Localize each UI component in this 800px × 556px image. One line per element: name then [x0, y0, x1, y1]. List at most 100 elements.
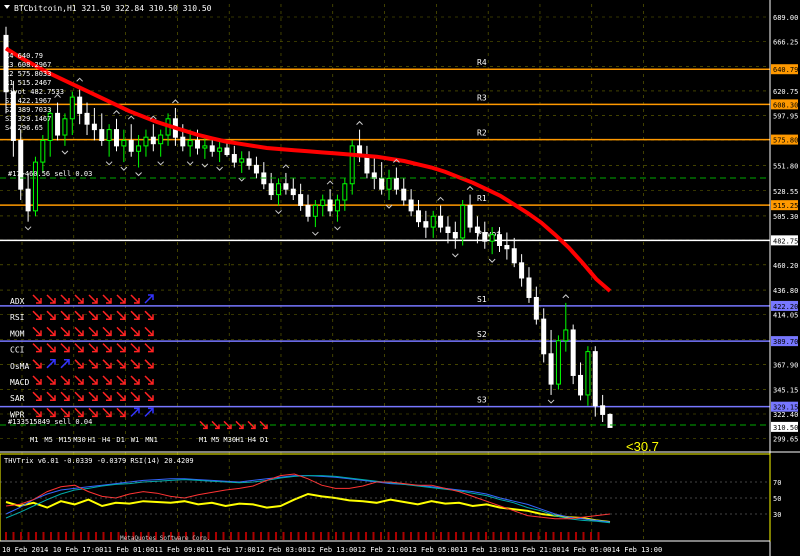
time-tick-label: 11 Feb 09:00: [154, 546, 205, 554]
level-tag-r2: R2: [477, 129, 487, 138]
candle-body: [150, 136, 156, 145]
candle-body: [393, 177, 399, 190]
chart-title: BTCbitcoin,H1 321.50 322.84 310.50 310.5…: [14, 4, 212, 13]
rsi-big-label: <30.7: [626, 439, 659, 454]
candle-body: [364, 156, 370, 174]
time-tick-label: 12 Feb 03:00: [256, 546, 307, 554]
mtf-period-label: M15: [59, 436, 72, 444]
candle-body: [438, 215, 444, 228]
indicator-axis: 70 50 30: [773, 479, 781, 519]
price-tag-label: 482.75: [773, 237, 798, 245]
candle-body: [401, 188, 407, 201]
candle-body: [253, 164, 259, 174]
candle-body: [497, 234, 503, 246]
candle-body: [113, 129, 119, 147]
candle-body: [217, 147, 223, 152]
price-tag-label: 329.15: [773, 404, 798, 412]
price-tick-label: 505.30: [773, 213, 798, 221]
pivot-list-item: R4 640.79: [5, 52, 43, 60]
mtf-period-label: H1: [236, 436, 244, 444]
candle-body: [519, 262, 525, 279]
candle-body: [423, 221, 429, 228]
time-tick-label: 14 Feb 05:00: [561, 546, 612, 554]
price-tick-label: 460.20: [773, 262, 798, 270]
indicator-tick-label: 50: [773, 495, 781, 503]
candle-body: [84, 112, 90, 125]
time-tick-label: 12 Feb 21:00: [358, 546, 409, 554]
price-tag-label: 310.50: [773, 424, 798, 432]
price-tick-label: 528.55: [773, 188, 798, 196]
candle-body: [555, 340, 561, 385]
mtf-period-label: H4: [248, 436, 256, 444]
candle-body: [305, 204, 311, 217]
time-tick-label: 13 Feb 21:00: [510, 546, 561, 554]
candle-body: [187, 139, 193, 147]
level-tag-s1: S1: [477, 295, 487, 304]
pivot-list-item: R2 575.8033: [5, 70, 51, 78]
mtf-row-label: RSI: [10, 313, 25, 322]
price-tick-label: 299.65: [773, 436, 798, 444]
chart-background: [0, 0, 800, 556]
price-tag-label: 515.25: [773, 202, 798, 210]
candle-body: [55, 112, 61, 136]
time-tick-label: 11 Feb 01:00: [104, 546, 155, 554]
candle-body: [136, 145, 142, 152]
price-tag-label: 608.30: [773, 101, 798, 109]
mtf-period-label: D1: [260, 436, 268, 444]
candle-body: [482, 231, 488, 242]
candle-body: [430, 215, 436, 228]
pivot-list-item: Pivot 482.7533: [5, 88, 64, 96]
pivot-list-item: R3 608.2967: [5, 61, 51, 69]
mtf-period-label: H4: [102, 436, 110, 444]
candle-body: [563, 329, 569, 342]
candle-body: [69, 96, 75, 120]
time-tick-label: 13 Feb 13:00: [459, 546, 510, 554]
candle-body: [202, 145, 208, 149]
candle-body: [342, 183, 348, 201]
candle-body: [180, 136, 186, 147]
mtf-period-label: D1: [116, 436, 124, 444]
candle-body: [533, 296, 539, 320]
candle-body: [445, 226, 451, 233]
price-tick-label: 551.80: [773, 163, 798, 171]
candle-body: [62, 118, 68, 136]
candle-body: [585, 351, 591, 396]
candle-body: [224, 147, 230, 156]
level-tag-s2: S2: [477, 330, 487, 339]
candle-body: [320, 199, 326, 206]
candle-body: [77, 96, 83, 114]
mtf-row-label: MOM: [10, 329, 25, 338]
candle-body: [276, 183, 282, 196]
mtf-row-label: WPR: [10, 410, 25, 419]
price-tick-label: 345.15: [773, 386, 798, 394]
indicator-tick-label: 30: [773, 511, 781, 519]
candle-body: [504, 244, 510, 250]
candle-body: [489, 234, 495, 242]
candle-body: [570, 329, 576, 376]
level-tag-s3: S3: [477, 396, 487, 405]
candle-body: [283, 183, 289, 190]
mtf-period-label: M1: [30, 436, 38, 444]
candle-body: [334, 199, 340, 212]
mtf-row-label: ADX: [10, 297, 25, 306]
candle-body: [600, 405, 606, 415]
candle-body: [467, 204, 473, 228]
candle-body: [209, 145, 215, 152]
candle-body: [106, 129, 112, 141]
candle-body: [312, 204, 318, 217]
candle-body: [18, 139, 24, 190]
indicator-tick-label: 70: [773, 479, 781, 487]
price-tick-label: 666.25: [773, 39, 798, 47]
candle-body: [40, 139, 46, 163]
footer-credit: MetaQuotes Software Corp.: [120, 535, 210, 542]
trading-chart-window: R4R3R2R1PivotS1S2S3 BTCbitcoin,H1 321.50…: [0, 0, 800, 556]
candle-body: [511, 248, 517, 264]
candle-body: [91, 123, 97, 131]
level-tag-r3: R3: [477, 93, 487, 102]
time-tick-label: 10 Feb 17:00: [53, 546, 104, 554]
time-tick-label: 14 Feb 13:00: [612, 546, 663, 554]
mtf-row-label: SAR: [10, 394, 25, 403]
price-tag-label: 575.80: [773, 137, 798, 145]
price-tag-label: 389.70: [773, 338, 798, 346]
price-tag-label: 640.79: [773, 66, 798, 74]
